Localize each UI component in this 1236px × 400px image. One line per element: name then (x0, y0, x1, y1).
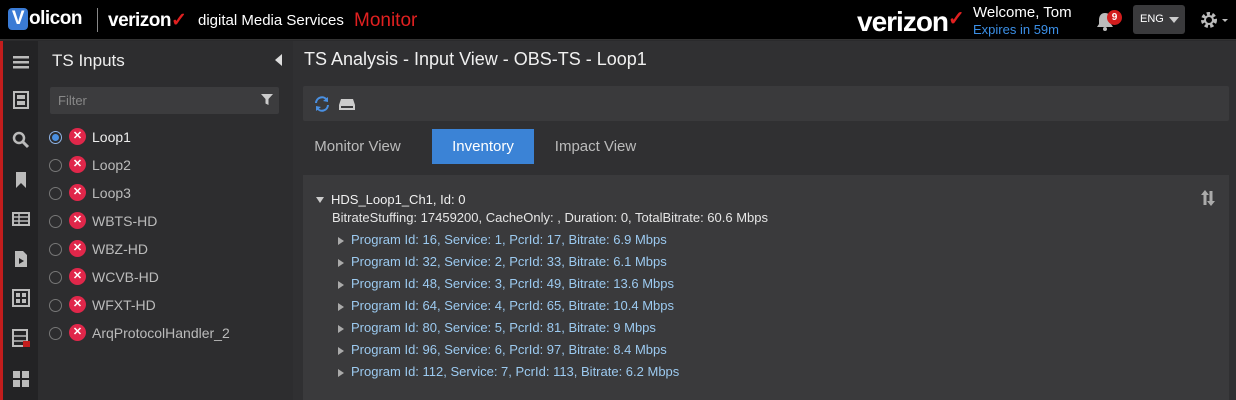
storage-icon[interactable] (338, 95, 356, 113)
ts-input-label: WFXT-HD (92, 297, 156, 313)
expand-arrow-icon[interactable] (338, 347, 344, 355)
ts-input-list: ✕ Loop1 ✕ Loop2 ✕ Loop3 ✕ WBTS-HD ✕ WBZ-HD ✕ WCVB-H… (48, 125, 288, 349)
gear-icon (1201, 12, 1228, 28)
table-icon[interactable] (11, 209, 31, 229)
expand-arrow-icon[interactable] (338, 259, 344, 267)
film-icon[interactable] (11, 90, 31, 110)
file-play-icon[interactable] (11, 249, 31, 269)
verizon-small-logo: verizon✓ (108, 10, 187, 31)
ts-input-label: Loop1 (92, 129, 131, 145)
program-row[interactable]: Program Id: 112, Service: 7, PcrId: 113,… (351, 364, 679, 379)
ts-input-item[interactable]: ✕ ArqProtocolHandler_2 (48, 321, 288, 349)
ts-input-item[interactable]: ✕ Loop3 (48, 181, 288, 209)
main-area: TS Analysis - Input View - OBS-TS - Loop… (293, 41, 1236, 400)
ts-input-item[interactable]: ✕ Loop2 (48, 153, 288, 181)
notification-badge: 9 (1107, 10, 1122, 25)
ts-input-item[interactable]: ✕ WBTS-HD (48, 209, 288, 237)
program-row[interactable]: Program Id: 32, Service: 2, PcrId: 33, B… (351, 254, 667, 269)
radio-button[interactable] (49, 243, 62, 256)
bookmark-icon[interactable] (11, 170, 31, 190)
ts-input-item[interactable]: ✕ WFXT-HD (48, 293, 288, 321)
ts-input-label: WCVB-HD (92, 269, 159, 285)
program-row[interactable]: Program Id: 64, Service: 4, PcrId: 65, B… (351, 298, 674, 313)
language-value: ENG (1140, 13, 1164, 25)
radio-button[interactable] (49, 215, 62, 228)
toolbar (303, 86, 1229, 121)
header-separator (97, 8, 98, 32)
error-status-icon: ✕ (69, 296, 86, 313)
expand-arrow-icon[interactable] (338, 369, 344, 377)
error-status-icon: ✕ (69, 212, 86, 229)
filter-box (50, 87, 279, 114)
chevron-down-icon (1169, 17, 1179, 23)
ts-input-label: Loop3 (92, 185, 131, 201)
program-row[interactable]: Program Id: 16, Service: 1, PcrId: 17, B… (351, 232, 667, 247)
sort-icon[interactable] (1201, 189, 1215, 207)
error-status-icon: ✕ (69, 184, 86, 201)
menu-icon[interactable] (11, 52, 31, 72)
ts-input-item[interactable]: ✕ WCVB-HD (48, 265, 288, 293)
expand-arrow-icon[interactable] (338, 303, 344, 311)
ts-input-item[interactable]: ✕ Loop1 (48, 125, 288, 153)
expand-arrow-icon[interactable] (338, 325, 344, 333)
error-status-icon: ✕ (69, 156, 86, 173)
service-name: digital Media Services (198, 12, 344, 29)
error-status-icon: ✕ (69, 128, 86, 145)
program-row[interactable]: Program Id: 96, Service: 6, PcrId: 97, B… (351, 342, 667, 357)
filter-input[interactable] (50, 87, 250, 114)
ts-input-label: WBZ-HD (92, 241, 148, 257)
radio-button[interactable] (49, 131, 62, 144)
ts-input-label: Loop2 (92, 157, 131, 173)
error-status-icon: ✕ (69, 240, 86, 257)
session-expiry[interactable]: Expires in 59m (973, 22, 1059, 37)
refresh-icon[interactable] (313, 95, 331, 113)
notifications-button[interactable]: 9 (1094, 9, 1124, 33)
tree-root-info: BitrateStuffing: 17459200, CacheOnly: , … (332, 210, 769, 225)
ts-input-item[interactable]: ✕ WBZ-HD (48, 237, 288, 265)
tiles-icon[interactable] (11, 369, 31, 389)
radio-button[interactable] (49, 271, 62, 284)
expand-arrow-icon[interactable] (338, 281, 344, 289)
expand-arrow-icon[interactable] (338, 237, 344, 245)
ts-input-label: WBTS-HD (92, 213, 158, 229)
ts-inputs-panel: TS Inputs ✕ Loop1 ✕ Loop2 ✕ Loop3 ✕ WBTS-HD ✕ WBZ… (38, 41, 293, 400)
grid-window-icon[interactable] (11, 288, 31, 308)
program-row[interactable]: Program Id: 80, Service: 5, PcrId: 81, B… (351, 320, 656, 335)
top-bar: Volicon verizon✓ digital Media Services … (0, 0, 1236, 40)
radio-button[interactable] (49, 187, 62, 200)
video-grid-icon[interactable] (11, 328, 31, 348)
collapse-arrow-icon[interactable] (316, 197, 324, 203)
tab-impact-view[interactable]: Impact View (534, 129, 657, 164)
panel-title: TS Inputs (52, 51, 125, 70)
inventory-tree: HDS_Loop1_Ch1, Id: 0 BitrateStuffing: 17… (303, 175, 1229, 400)
verizon-logo: verizon✓ (857, 6, 965, 37)
collapse-panel-icon[interactable] (275, 54, 282, 66)
tab-monitor-view[interactable]: Monitor View (303, 129, 412, 164)
volicon-logo: Volicon (8, 8, 82, 30)
left-nav (0, 41, 38, 400)
radio-button[interactable] (49, 327, 62, 340)
tree-root-label[interactable]: HDS_Loop1_Ch1, Id: 0 (331, 192, 465, 207)
error-status-icon: ✕ (69, 324, 86, 341)
radio-button[interactable] (49, 159, 62, 172)
radio-button[interactable] (49, 299, 62, 312)
program-row[interactable]: Program Id: 48, Service: 3, PcrId: 49, B… (351, 276, 674, 291)
tab-inventory[interactable]: Inventory (432, 129, 534, 164)
error-status-icon: ✕ (69, 268, 86, 285)
ts-input-label: ArqProtocolHandler_2 (92, 325, 230, 341)
product-name: Monitor (354, 10, 418, 31)
page-title: TS Analysis - Input View - OBS-TS - Loop… (304, 49, 647, 69)
search-icon[interactable] (11, 130, 31, 150)
welcome-text: Welcome, Tom (973, 4, 1072, 21)
filter-icon[interactable] (261, 94, 273, 106)
settings-menu-button[interactable] (1198, 9, 1230, 31)
language-select[interactable]: ENG (1133, 5, 1185, 34)
